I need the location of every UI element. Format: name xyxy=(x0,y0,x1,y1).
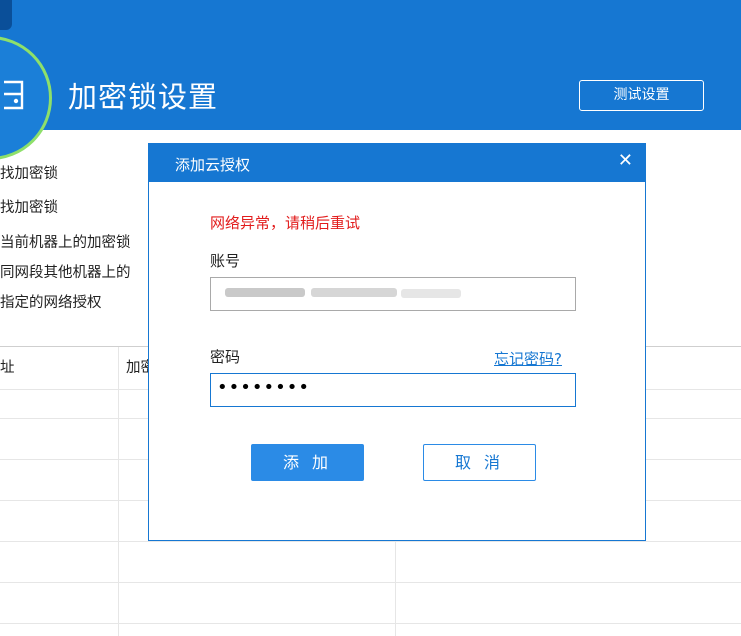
lock-device-icon xyxy=(4,80,24,110)
add-cloud-license-dialog: 添加云授权 ✕ 网络异常，请稍后重试 账号 密码 忘记密码? •••••••• … xyxy=(148,143,646,541)
option-lan-machine-lock[interactable]: 同网段其他机器上的 xyxy=(0,261,131,282)
dialog-title-bar: 添加云授权 ✕ xyxy=(149,144,645,182)
forgot-password-link[interactable]: 忘记密码? xyxy=(494,348,562,369)
redacted-text xyxy=(401,289,461,298)
app-window: 加密锁设置 测试设置 找加密锁 找加密锁 当前机器上的加密锁 同网段其他机器上的… xyxy=(0,0,741,636)
redacted-text xyxy=(311,288,397,297)
password-mask: •••••••• xyxy=(217,377,310,398)
error-message: 网络异常，请稍后重试 xyxy=(210,214,361,232)
password-label: 密码 xyxy=(210,348,241,366)
header-bar: 加密锁设置 测试设置 xyxy=(0,0,741,160)
option-find-lock-2[interactable]: 找加密锁 xyxy=(0,196,58,217)
table-row xyxy=(0,541,741,542)
account-label: 账号 xyxy=(210,252,241,270)
option-specified-network-license[interactable]: 指定的网络授权 xyxy=(0,291,102,312)
close-icon[interactable]: ✕ xyxy=(618,150,633,171)
table-column-divider xyxy=(395,541,396,636)
account-input[interactable] xyxy=(210,277,576,311)
password-input[interactable]: •••••••• xyxy=(210,373,576,407)
option-local-machine-lock[interactable]: 当前机器上的加密锁 xyxy=(0,231,131,252)
page-title: 加密锁设置 xyxy=(68,80,219,114)
test-settings-button[interactable]: 测试设置 xyxy=(579,80,704,111)
option-find-lock-1[interactable]: 找加密锁 xyxy=(0,162,58,183)
cancel-button[interactable]: 取 消 xyxy=(423,444,536,481)
table-row xyxy=(0,623,741,624)
table-row xyxy=(0,582,741,583)
redacted-text xyxy=(225,288,305,297)
corner-tile xyxy=(0,0,12,30)
add-button[interactable]: 添 加 xyxy=(251,444,364,481)
table-header-address: 址 xyxy=(0,360,15,376)
table-column-divider xyxy=(118,347,119,636)
dialog-title: 添加云授权 xyxy=(175,156,251,174)
